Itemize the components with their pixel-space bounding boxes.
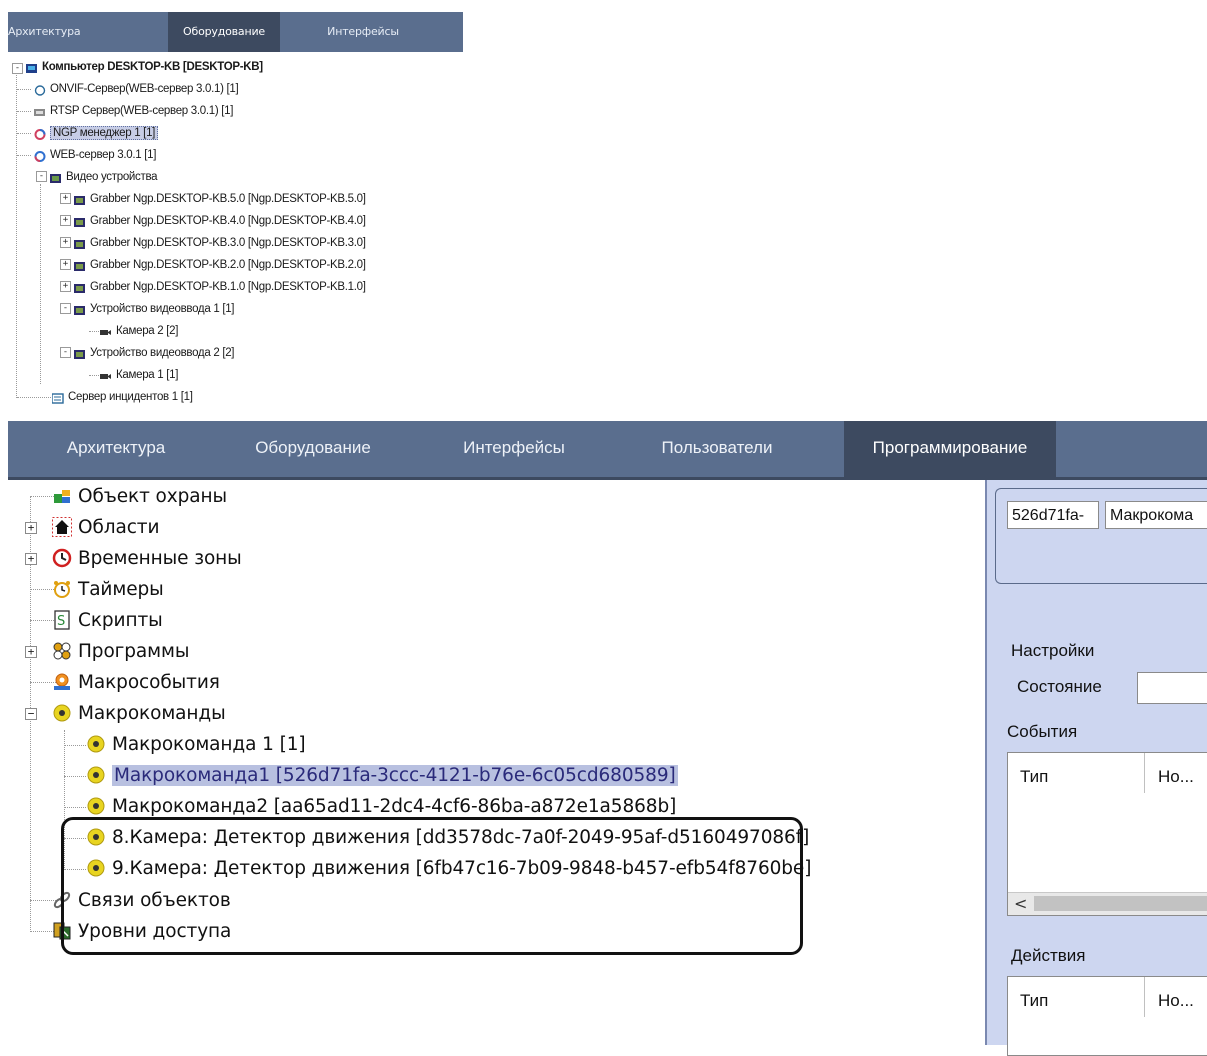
- area-icon: [52, 516, 72, 537]
- tree-node-motion-detector-8[interactable]: 8.Камера: Детектор движения [dd3578dc-7a…: [86, 822, 809, 853]
- actions-grid[interactable]: Тип Но...: [1007, 976, 1207, 1056]
- onvif-icon: [34, 82, 46, 97]
- tree-node-computer[interactable]: Компьютер DESKTOP-KB [DESKTOP-KB]: [26, 56, 263, 78]
- actions-label: Действия: [1011, 946, 1086, 965]
- macro-command-icon: [52, 702, 72, 722]
- video-devices-icon: [50, 170, 62, 184]
- tab-users[interactable]: Пользователи: [642, 421, 792, 477]
- actions-col-type[interactable]: Тип: [1020, 991, 1048, 1011]
- tree-node-scripts[interactable]: S Скрипты: [52, 605, 163, 636]
- object-name-field[interactable]: Макрокома: [1105, 501, 1207, 529]
- events-horizontal-scrollbar[interactable]: <: [1008, 892, 1207, 915]
- programming-tree: Объект охраны + Области + Временные зоны…: [8, 480, 983, 1045]
- grabber-icon: [74, 280, 86, 294]
- scroll-left-icon[interactable]: <: [1014, 893, 1027, 915]
- computer-icon: [26, 60, 38, 74]
- grabber-icon: [74, 214, 86, 228]
- tab-hardware[interactable]: Оборудование: [238, 421, 388, 477]
- actions-col-number[interactable]: Но...: [1158, 991, 1194, 1011]
- tree-node-ngp-manager[interactable]: NGP менеджер 1 [1]: [34, 122, 159, 144]
- events-col-number[interactable]: Но...: [1158, 767, 1194, 787]
- tree-node-time-zones[interactable]: Временные зоны: [52, 543, 242, 574]
- hardware-tree-screenshot: Архитектура Оборудование Интерфейсы - Ко…: [0, 0, 465, 405]
- tab-programming[interactable]: Программирование: [844, 421, 1056, 477]
- grabber-icon: [74, 258, 86, 272]
- tree-node-video-input-2[interactable]: Устройство видеоввода 2 [2]: [74, 342, 235, 364]
- events-grid[interactable]: Тип Но... <: [1007, 752, 1207, 916]
- tree-node-security-object[interactable]: Объект охраны: [52, 481, 227, 512]
- video-input-icon: [74, 346, 86, 360]
- camera-icon: [100, 368, 112, 380]
- object-icon: [52, 485, 72, 505]
- object-id-field[interactable]: 526d71fa-: [1007, 501, 1099, 529]
- top-tab-bar: Архитектура Оборудование Интерфейсы: [8, 12, 463, 52]
- events-col-type[interactable]: Тип: [1020, 767, 1048, 787]
- tree-node-access-levels[interactable]: Уровни доступа: [52, 916, 231, 947]
- ngp-icon: [34, 126, 46, 141]
- video-input-icon: [74, 302, 86, 316]
- state-label: Состояние: [1017, 677, 1102, 696]
- tab-architecture[interactable]: Архитектура: [46, 421, 186, 477]
- events-label: События: [1007, 722, 1078, 741]
- properties-panel: 526d71fa- Макрокома Настройки Состояние …: [985, 480, 1207, 1056]
- tree-node-macro-command-guid-2[interactable]: Макрокоманда2 [aa65ad11-2dc4-4cf6-86ba-a…: [86, 791, 676, 822]
- tree-node-object-links[interactable]: Связи объектов: [52, 885, 231, 916]
- tree-node-grabber-3[interactable]: Grabber Ngp.DESKTOP-KB.3.0 [Ngp.DESKTOP-…: [74, 232, 366, 254]
- incident-server-icon: [51, 390, 64, 405]
- macro-command-icon: [86, 857, 106, 877]
- grabber-icon: [74, 192, 86, 206]
- tree-node-onvif[interactable]: ONVIF-Сервер(WEB-сервер 3.0.1) [1]: [34, 78, 239, 100]
- expand-programs-button[interactable]: +: [25, 646, 37, 658]
- access-level-icon: [52, 920, 72, 940]
- program-icon: [52, 640, 72, 660]
- tree-node-camera-1[interactable]: Камера 1 [1]: [100, 364, 178, 386]
- link-icon: [52, 889, 72, 909]
- tree-node-grabber-1[interactable]: Grabber Ngp.DESKTOP-KB.1.0 [Ngp.DESKTOP-…: [74, 276, 366, 298]
- tree-node-video-input-1[interactable]: Устройство видеоввода 1 [1]: [74, 298, 235, 320]
- tree-node-grabber-5[interactable]: Grabber Ngp.DESKTOP-KB.5.0 [Ngp.DESKTOP-…: [74, 188, 366, 210]
- programming-screenshot: Архитектура Оборудование Интерфейсы Поль…: [8, 421, 1207, 1056]
- rtsp-icon: [34, 104, 46, 117]
- tree-node-rtsp[interactable]: RTSP Сервер(WEB-сервер 3.0.1) [1]: [34, 100, 233, 122]
- tree-node-motion-detector-9[interactable]: 9.Камера: Детектор движения [6fb47c16-7b…: [86, 853, 811, 884]
- expand-time-zones-button[interactable]: +: [25, 553, 37, 565]
- macro-command-icon: [86, 826, 106, 846]
- tree-node-incident-server[interactable]: Сервер инцидентов 1 [1]: [51, 386, 193, 408]
- tree-node-macro-commands[interactable]: Макрокоманды: [52, 698, 226, 729]
- clock-icon: [52, 547, 72, 568]
- tree-node-web-server[interactable]: WEB-сервер 3.0.1 [1]: [34, 144, 156, 166]
- tree-node-areas[interactable]: Области: [52, 512, 160, 543]
- grabber-icon: [74, 236, 86, 250]
- macro-command-icon: [86, 795, 106, 815]
- scroll-thumb[interactable]: [1034, 896, 1207, 911]
- tree-node-timers[interactable]: Таймеры: [52, 574, 164, 605]
- tree-node-macro-command-1[interactable]: Макрокоманда 1 [1]: [86, 729, 306, 760]
- alarm-clock-icon: [52, 578, 72, 598]
- tree-node-macro-command-guid-1[interactable]: Макрокоманда1 [526d71fa-3ccc-4121-b76e-6…: [86, 760, 678, 791]
- tree-node-video-devices[interactable]: Видео устройства: [50, 166, 158, 188]
- macro-command-icon: [86, 764, 106, 784]
- script-icon: S: [52, 609, 72, 630]
- tree-node-macro-events[interactable]: Макрособытия: [52, 667, 220, 698]
- expand-areas-button[interactable]: +: [25, 522, 37, 534]
- collapse-macro-commands-button[interactable]: −: [25, 708, 37, 720]
- tree-node-camera-2[interactable]: Камера 2 [2]: [100, 320, 178, 342]
- tab-interfaces[interactable]: Интерфейсы: [444, 421, 584, 477]
- top-tab-hardware[interactable]: Оборудование: [168, 12, 280, 52]
- state-select[interactable]: [1137, 672, 1207, 704]
- top-tab-architecture[interactable]: Архитектура: [8, 12, 81, 52]
- tree-node-programs[interactable]: Программы: [52, 636, 190, 667]
- camera-icon: [100, 324, 112, 336]
- macro-command-icon: [86, 733, 106, 753]
- svg-text:S: S: [57, 614, 65, 629]
- web-icon: [34, 148, 46, 163]
- tree-node-grabber-2[interactable]: Grabber Ngp.DESKTOP-KB.2.0 [Ngp.DESKTOP-…: [74, 254, 366, 276]
- tree-node-grabber-4[interactable]: Grabber Ngp.DESKTOP-KB.4.0 [Ngp.DESKTOP-…: [74, 210, 366, 232]
- settings-label: Настройки: [1011, 641, 1095, 660]
- macro-event-icon: [52, 671, 72, 691]
- object-header-box: 526d71fa- Макрокома: [995, 488, 1207, 584]
- top-tab-interfaces[interactable]: Интерфейсы: [308, 12, 418, 52]
- main-tab-bar: Архитектура Оборудование Интерфейсы Поль…: [8, 421, 1207, 480]
